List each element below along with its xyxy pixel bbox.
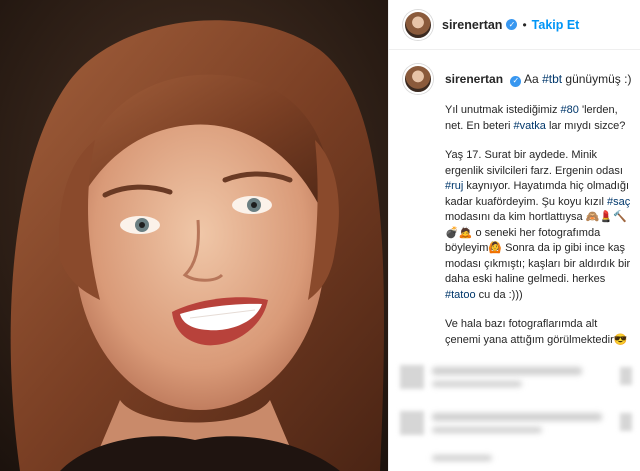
blurred-text [432,455,492,461]
blurred-avatar [400,365,424,389]
caption-username[interactable]: sirenertan [445,72,503,86]
caption-first-line-suffix: günüymüş :) [562,72,632,86]
header-username[interactable]: sirenertan [442,18,502,32]
blurred-text [432,427,542,433]
caption-text: lar mıydı sizce? [545,119,626,132]
verified-badge-icon: ✓ [506,19,518,30]
hashtag-ruj[interactable]: #ruj [445,180,463,192]
hashtag-sac[interactable]: #saç [607,196,630,208]
caption-paragraph: Yıl unutmak istediğimiz #80 'lerden, net… [445,103,635,134]
avatar[interactable] [403,9,433,40]
caption-text: kaynıyor. Hayatımda hiç olmadığı kadar k… [445,180,630,208]
blurred-text [432,367,582,375]
caption: sirenertan ✓ Aa #tbt günüymüş :) Yıl unu… [403,64,635,362]
verified-badge-icon: ✓ [510,75,522,87]
caption-first-line-prefix: Aa [524,72,543,86]
blurred-icon [620,413,632,431]
hashtag-80[interactable]: #80 [561,104,579,116]
caption-body: Yıl unutmak istediğimiz #80 'lerden, net… [403,103,635,348]
blurred-avatar [400,411,424,435]
caption-text: Yaş 17. Surat bir aydede. Minik ergenlik… [445,149,623,177]
blurred-text [432,413,602,421]
hashtag-tbt[interactable]: #tbt [542,72,562,86]
blurred-text [432,381,522,387]
caption-paragraph: Yaş 17. Surat bir aydede. Minik ergenlik… [445,148,635,303]
blurred-comments [388,345,640,471]
caption-text: cu da :))) [475,288,523,301]
caption-avatar[interactable] [403,64,433,94]
hashtag-tatoo[interactable]: #tatoo [445,289,476,301]
caption-text: modasını da kim hortlattıysa 🙈💄🔨 💣🙇 o se… [445,211,631,285]
post-photo[interactable] [0,0,388,471]
follow-button[interactable]: Takip Et [532,18,580,32]
portrait-image [0,0,388,471]
caption-header: sirenertan ✓ Aa #tbt günüymüş :) [403,64,635,87]
caption-paragraph: Ve hala bazı fotograflarımda alt çenemi … [445,318,628,346]
blurred-icon [620,367,632,385]
hashtag-vatka[interactable]: #vatka [514,120,546,132]
caption-text: Yıl unutmak istediğimiz [445,104,561,116]
post-header: sirenertan ✓ • Takip Et [389,0,640,50]
header-separator: • [522,17,527,32]
